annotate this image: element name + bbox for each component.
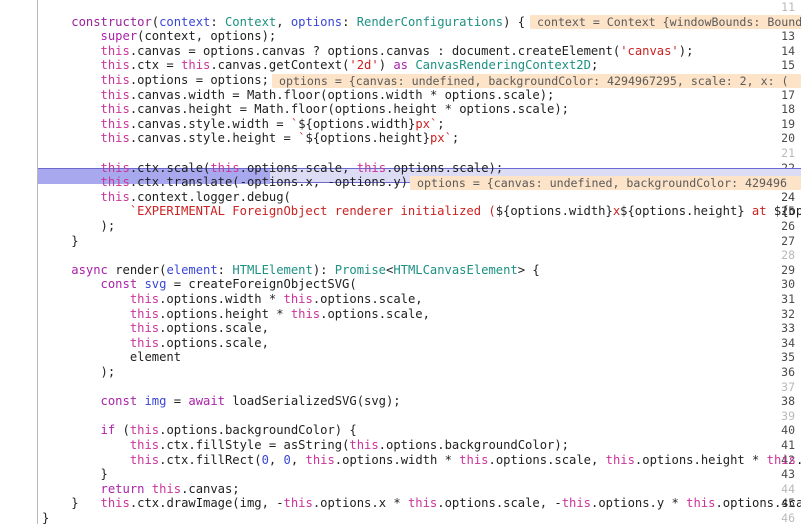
inlay-hint-line-12[interactable]: context = Context {windowBounds: Bound <box>530 15 801 30</box>
inlay-hint-line-16[interactable]: options = {canvas: undefined, background… <box>272 73 801 88</box>
code-line-text: } <box>42 511 50 524</box>
code-line-text: return this.canvas; <box>100 481 240 496</box>
code-line-49[interactable]: } <box>38 511 801 524</box>
code-line-text: } <box>42 496 79 511</box>
gutter-divider <box>37 0 38 524</box>
code-editor[interactable]: constructor(context: Context, options: R… <box>0 0 801 524</box>
line-number-gutter[interactable] <box>0 0 38 524</box>
inlay-hint-line-23[interactable]: options = {canvas: undefined, background… <box>410 175 801 190</box>
code-line-47[interactable]: return this.canvas; <box>38 482 801 497</box>
code-line-48[interactable]: } <box>38 496 801 511</box>
